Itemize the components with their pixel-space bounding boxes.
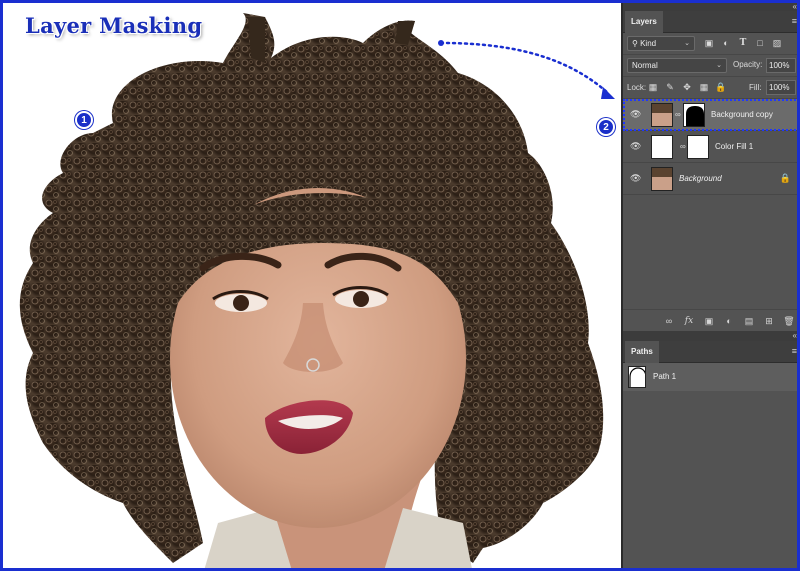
layer-name[interactable]: Background [679, 174, 722, 183]
adjustment-filter-icon[interactable]: ◐ [720, 37, 732, 49]
fill-thumbnail[interactable] [651, 135, 673, 159]
lock-row: Lock: ▦ ✎ ✥ ▦ 🔒 Fill: 100% [623, 77, 797, 99]
fx-icon[interactable]: fx [683, 315, 695, 327]
panel-dock-header: « [623, 3, 797, 11]
panel-menu-icon[interactable]: ≡ [792, 16, 797, 26]
panel-menu-icon[interactable]: ≡ [792, 346, 797, 356]
lock-pixels-icon[interactable]: ▦ [647, 81, 659, 93]
tutorial-frame: Layer Masking 1 2 « Layers ≡ ⚲ Kind ⌄ ▣ [0, 0, 800, 571]
layer-name[interactable]: Background copy [711, 110, 773, 119]
blend-mode-value: Normal [632, 61, 658, 70]
layer-mask-thumbnail[interactable] [687, 135, 709, 159]
layer-row-background[interactable]: 👁 Background 🔒 [623, 163, 797, 195]
lock-all-icon[interactable]: 🔒 [715, 81, 727, 93]
add-mask-icon[interactable]: ▣ [703, 315, 715, 327]
opacity-label: Opacity: [733, 60, 763, 69]
filter-kind-label: Kind [640, 39, 657, 48]
chevron-down-icon: ⌄ [684, 40, 690, 47]
panel-dock-divider: « [623, 331, 797, 341]
new-layer-icon[interactable]: ⊞ [763, 315, 775, 327]
layer-row-background-copy[interactable]: 👁 ∞ Background copy [623, 99, 797, 131]
mask-link-icon[interactable]: ∞ [675, 110, 681, 119]
lock-icon: 🔒 [779, 173, 791, 183]
path-name[interactable]: Path 1 [653, 372, 676, 381]
layers-list: 👁 ∞ Background copy 👁 ∞ Color Fill 1 👁 B… [623, 99, 797, 203]
paths-empty-area [623, 391, 797, 551]
fill-input[interactable]: 100% [766, 80, 796, 95]
layer-thumbnail[interactable] [651, 167, 673, 191]
adjustment-layer-icon[interactable]: ◐ [723, 315, 735, 327]
step-badge-2: 2 [597, 118, 615, 136]
chevron-down-icon: ⌄ [716, 62, 722, 69]
layer-filter-row: ⚲ Kind ⌄ ▣ ◐ T □ ▨ [623, 33, 797, 55]
layers-bottom-toolbar: ∞ fx ▣ ◐ ▤ ⊞ 🗑 [623, 309, 797, 331]
visibility-eye-icon[interactable]: 👁 [630, 174, 641, 183]
lock-position-icon[interactable]: ✥ [681, 81, 693, 93]
image-filter-icon[interactable]: ▣ [703, 37, 715, 49]
tab-paths[interactable]: Paths [625, 341, 659, 363]
mask-link-icon[interactable]: ∞ [680, 142, 686, 151]
search-icon: ⚲ [632, 39, 638, 48]
layers-empty-area [623, 203, 797, 309]
blend-mode-select[interactable]: Normal ⌄ [627, 58, 727, 73]
layer-row-color-fill[interactable]: 👁 ∞ Color Fill 1 [623, 131, 797, 163]
delete-icon[interactable]: 🗑 [783, 315, 795, 327]
smart-object-filter-icon[interactable]: ▨ [771, 37, 783, 49]
new-group-icon[interactable]: ▤ [743, 315, 755, 327]
fill-label: Fill: [749, 83, 762, 92]
annotation-arrow [438, 40, 615, 99]
link-layers-icon[interactable]: ∞ [663, 315, 675, 327]
type-filter-icon[interactable]: T [737, 37, 749, 49]
layers-tab-bar: Layers ≡ [623, 11, 797, 33]
layer-thumbnail[interactable] [651, 103, 673, 127]
lock-paint-icon[interactable]: ✎ [664, 81, 676, 93]
document-canvas[interactable]: Layer Masking 1 2 [3, 3, 621, 568]
lock-artboard-icon[interactable]: ▦ [698, 81, 710, 93]
collapse-panels-icon[interactable]: « [793, 331, 797, 341]
blend-row: Normal ⌄ Opacity: 100% [623, 55, 797, 77]
paths-tab-bar: Paths ≡ [623, 341, 797, 363]
visibility-eye-icon[interactable]: 👁 [630, 110, 641, 119]
path-thumbnail[interactable] [628, 366, 646, 388]
visibility-eye-icon[interactable]: 👁 [630, 142, 641, 151]
lock-label: Lock: [627, 83, 647, 92]
path-row[interactable]: Path 1 [623, 363, 797, 391]
tab-layers[interactable]: Layers [625, 11, 663, 33]
opacity-input[interactable]: 100% [766, 58, 796, 73]
layer-mask-thumbnail[interactable] [683, 103, 705, 127]
shape-filter-icon[interactable]: □ [754, 37, 766, 49]
layer-name[interactable]: Color Fill 1 [715, 142, 753, 151]
panels-dock: « Layers ≡ ⚲ Kind ⌄ ▣ ◐ T □ ▨ Normal ⌄ O… [621, 3, 797, 568]
filter-kind-select[interactable]: ⚲ Kind ⌄ [627, 36, 695, 51]
